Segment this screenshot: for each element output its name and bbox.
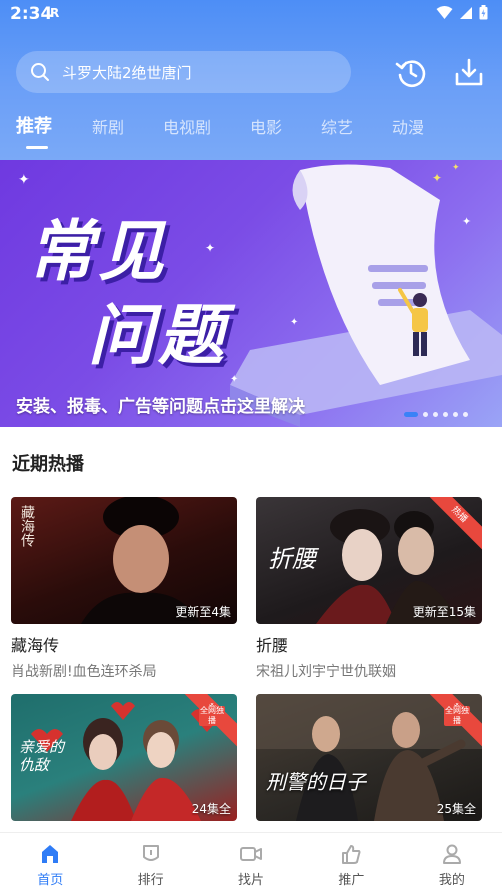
tab-anime[interactable]: 动漫 (392, 114, 424, 138)
ranking-icon (142, 845, 159, 861)
poster-title: 亲爱的仇敌 (19, 738, 65, 774)
tab-variety[interactable]: 综艺 (321, 114, 353, 138)
active-tab-indicator (26, 146, 48, 149)
drama-title: 折腰 (256, 636, 289, 655)
tab-new-drama[interactable]: 新剧 (92, 114, 124, 138)
bottom-navigation: 首页 排行 找片 推广 我的 (0, 832, 502, 892)
hot-badge: 热播 (426, 497, 482, 553)
banner-headline-1: 常见 (28, 213, 168, 290)
app-header: 2:34 R 斗罗大陆2绝世唐门 推荐 新剧 电视剧 电影 综艺 动漫 (0, 0, 502, 160)
poster-title: 刑警的日子 (266, 770, 366, 794)
nav-discover[interactable]: 找片 (201, 833, 301, 892)
drama-poster[interactable]: 亲爱的仇敌 热播 全网独播 24集全 (11, 694, 237, 821)
nav-home[interactable]: 首页 (0, 833, 100, 892)
signal-icon (460, 6, 472, 19)
exclusive-badge: 全网独播 (199, 706, 225, 726)
update-status: 更新至15集 (412, 605, 476, 619)
search-icon (31, 63, 49, 81)
poster-title: 藏海传 (19, 505, 35, 547)
download-button[interactable] (452, 55, 486, 89)
nav-label: 我的 (438, 873, 465, 888)
carousel-dot[interactable] (463, 412, 468, 417)
drama-poster[interactable]: 折腰 热播 更新至15集 (256, 497, 482, 624)
category-tabs: 推荐 新剧 电视剧 电影 综艺 动漫 (0, 108, 502, 149)
status-bar: 2:34 R (0, 0, 502, 30)
poster-title: 折腰 (268, 545, 316, 573)
nav-label: 首页 (37, 873, 64, 888)
svg-text:✦: ✦ (432, 171, 442, 185)
tab-recommend[interactable]: 推荐 (16, 112, 52, 138)
carousel-dot[interactable] (423, 412, 428, 417)
svg-text:✦: ✦ (18, 172, 30, 188)
tab-tv-series[interactable]: 电视剧 (163, 114, 211, 138)
status-indicator: R (50, 6, 60, 20)
nav-label: 找片 (238, 873, 265, 888)
drama-card[interactable]: 藏海传 更新至4集 藏海传 肖战新剧!血色连环杀局 (11, 497, 237, 681)
exclusive-badge: 全网独播 (444, 706, 470, 726)
svg-text:✦: ✦ (230, 374, 238, 385)
search-input[interactable]: 斗罗大陆2绝世唐门 (16, 51, 351, 93)
carousel-dot[interactable] (404, 412, 418, 417)
home-icon (42, 845, 59, 863)
drama-card[interactable]: 折腰 热播 更新至15集 折腰 宋祖儿刘宇宁世仇联姻 (256, 497, 482, 681)
user-icon (442, 844, 461, 864)
section-title: 近期热播 (12, 454, 84, 475)
carousel-dot[interactable] (443, 412, 448, 417)
drama-subtitle: 宋祖儿刘宇宁世仇联姻 (256, 664, 396, 680)
battery-icon (479, 5, 488, 20)
svg-text:✦: ✦ (205, 241, 215, 255)
drama-card[interactable]: 刑警的日子 热播 全网独播 25集全 (256, 694, 482, 821)
carousel-dots[interactable] (404, 412, 468, 417)
banner-headline-2: 问题 (88, 297, 228, 374)
nav-promote[interactable]: 推广 (301, 833, 401, 892)
hot-badge-label: 热播 (426, 497, 482, 553)
search-text: 斗罗大陆2绝世唐门 (62, 63, 192, 82)
history-icon (395, 60, 426, 88)
wifi-icon (436, 5, 453, 19)
svg-text:✦: ✦ (462, 215, 471, 228)
nav-label: 推广 (338, 873, 365, 888)
banner-caption: 安装、报毒、广告等问题点击这里解决 (16, 397, 305, 417)
svg-text:✦: ✦ (290, 317, 298, 328)
nav-profile[interactable]: 我的 (402, 833, 502, 892)
carousel-dot[interactable] (453, 412, 458, 417)
status-icons (436, 5, 488, 20)
update-status: 25集全 (436, 802, 476, 816)
faq-banner[interactable]: ✦ ✦ ✦ ✦ ✦ ✦ ✦ 常见 问题 安装、报毒、广告等问题点击这里解决 (0, 160, 502, 427)
drama-subtitle: 肖战新剧!血色连环杀局 (11, 664, 157, 680)
tab-movies[interactable]: 电影 (250, 114, 282, 138)
drama-title: 藏海传 (11, 636, 60, 655)
nav-label: 排行 (137, 873, 164, 888)
update-status: 24集全 (191, 802, 231, 816)
drama-poster[interactable]: 藏海传 更新至4集 (11, 497, 237, 624)
update-status: 更新至4集 (175, 605, 231, 619)
carousel-dot[interactable] (433, 412, 438, 417)
status-time: 2:34 (10, 4, 53, 24)
drama-poster[interactable]: 刑警的日子 热播 全网独播 25集全 (256, 694, 482, 821)
history-button[interactable] (394, 55, 428, 89)
thumbs-up-icon (342, 845, 361, 864)
drama-card[interactable]: 亲爱的仇敌 热播 全网独播 24集全 (11, 694, 237, 821)
download-icon (455, 58, 483, 86)
svg-text:✦: ✦ (452, 163, 460, 173)
video-camera-icon (240, 847, 263, 861)
nav-ranking[interactable]: 排行 (100, 833, 200, 892)
